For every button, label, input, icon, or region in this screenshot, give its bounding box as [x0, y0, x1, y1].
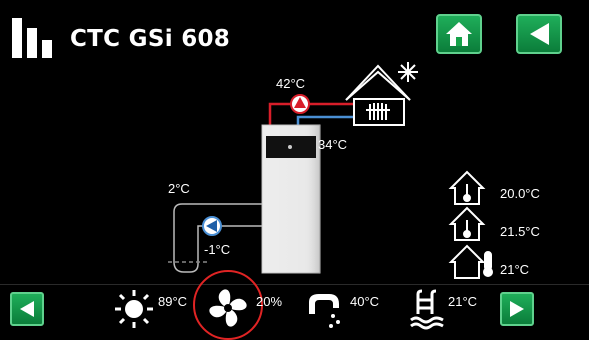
room-temp-1: 20.0°C — [500, 186, 540, 201]
room-thermometer-icon-2 — [448, 206, 486, 241]
snowflake-icon — [398, 62, 418, 82]
room-temp-2: 21.5°C — [500, 224, 540, 239]
hot-water-tap-icon[interactable] — [305, 288, 345, 330]
brine-in-temp-label: 2°C — [168, 181, 190, 196]
house-radiator-icon — [345, 64, 411, 126]
outdoor-temp: 89°C — [158, 294, 188, 309]
flow-temp-label: 42°C — [276, 76, 306, 91]
heat-pump-unit — [261, 124, 321, 274]
room-thermometer-icon-1 — [448, 170, 486, 205]
next-button[interactable] — [500, 292, 534, 326]
return-temp-label: 34°C — [318, 137, 348, 152]
hot-water-temp: 40°C — [350, 294, 380, 309]
brine-loop — [173, 203, 262, 273]
fan-speed: 20% — [256, 294, 283, 309]
flow-pump-icon — [290, 94, 310, 114]
pool-temp: 21°C — [448, 294, 478, 309]
left-arrow-icon — [20, 301, 34, 317]
prev-button[interactable] — [10, 292, 44, 326]
pool-icon[interactable] — [408, 288, 446, 330]
system-diagram — [168, 62, 493, 279]
room-thermometer-icon-3 — [448, 244, 493, 279]
brine-out-temp-label: -1°C — [204, 242, 231, 257]
sun-icon[interactable] — [113, 288, 155, 330]
flow-pipe — [268, 102, 355, 126]
room-temp-3: 21°C — [500, 262, 530, 277]
brine-pump-icon — [202, 216, 222, 236]
right-arrow-icon — [510, 301, 524, 317]
fan-highlight-ring — [193, 270, 263, 340]
